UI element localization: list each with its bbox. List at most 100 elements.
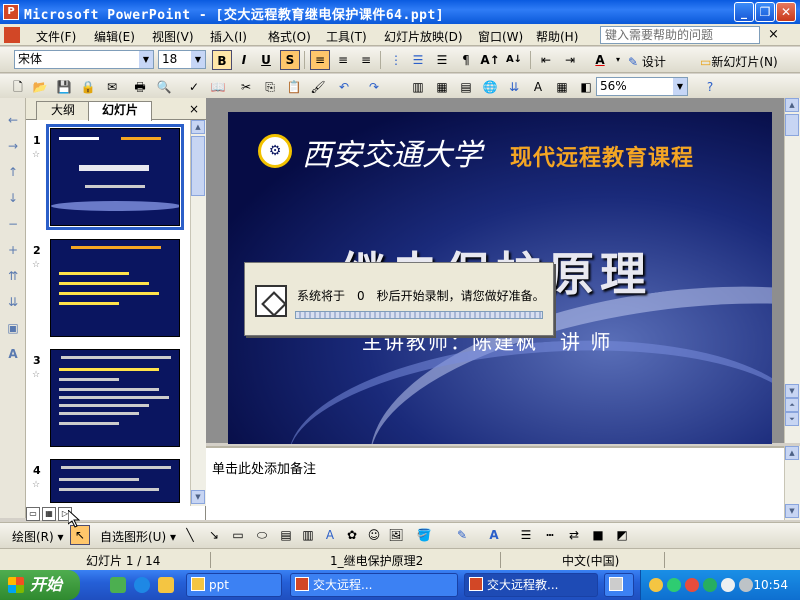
update-icon[interactable] xyxy=(703,578,717,592)
line-color-icon[interactable]: ✎ xyxy=(452,525,472,545)
summary-slide-icon[interactable]: ▣ xyxy=(5,320,21,336)
scroll-down-icon[interactable]: ▼ xyxy=(191,490,205,504)
shadow-style-icon[interactable]: ■ xyxy=(588,525,608,545)
insert-table-icon[interactable]: ▦ xyxy=(432,77,452,97)
redo-icon[interactable]: ↷ xyxy=(364,77,384,97)
cut-icon[interactable]: ✂ xyxy=(236,77,256,97)
menu-help[interactable]: 帮助(H) xyxy=(536,28,578,45)
document-close-button[interactable]: × xyxy=(768,27,779,42)
start-button[interactable]: 开始 xyxy=(0,570,80,600)
close-button[interactable]: ✕ xyxy=(776,2,796,22)
menu-window[interactable]: 窗口(W) xyxy=(478,28,523,45)
insert-hyperlink-icon[interactable]: 🌐 xyxy=(480,77,500,97)
scroll-up-icon[interactable]: ▲ xyxy=(191,120,205,134)
paragraph-icon[interactable]: ¶ xyxy=(456,50,476,70)
promote-icon[interactable]: ← xyxy=(5,112,21,128)
expand-icon[interactable]: + xyxy=(5,242,21,258)
line-tool-icon[interactable]: ╲ xyxy=(180,525,200,545)
slide-thumbnail-2[interactable] xyxy=(50,239,180,337)
menu-insert[interactable]: 插入(I) xyxy=(210,28,247,45)
underline-button[interactable]: U xyxy=(256,50,276,70)
pane-close-button[interactable]: × xyxy=(189,102,199,116)
show-formatting-icon[interactable]: A xyxy=(528,77,548,97)
align-right-icon[interactable]: ≡ xyxy=(356,50,376,70)
print-icon[interactable]: 🖶 xyxy=(130,77,150,97)
expand-all-icon[interactable]: ⇊ xyxy=(5,294,21,310)
menu-view[interactable]: 视图(V) xyxy=(152,28,194,45)
email-icon[interactable]: ✉ xyxy=(102,77,122,97)
zoom-select[interactable]: 56% ▼ xyxy=(596,77,688,96)
increase-indent-icon[interactable]: ⇥ xyxy=(560,50,580,70)
desktop-quicklaunch-icon[interactable] xyxy=(158,577,174,593)
menu-slideshow[interactable]: 幻灯片放映(D) xyxy=(384,28,463,45)
clipart-icon[interactable]: ☺ xyxy=(364,525,384,545)
color-grayscale-icon[interactable]: ◧ xyxy=(576,77,596,97)
minimize-button[interactable]: _ xyxy=(734,2,754,22)
menu-format[interactable]: 格式(O) xyxy=(268,28,311,45)
show-grid-icon[interactable]: ▦ xyxy=(552,77,572,97)
font-select[interactable]: 宋体 ▼ xyxy=(14,50,154,69)
taskbar-button-keyboard[interactable] xyxy=(604,573,634,597)
tab-outline[interactable]: 大纲 xyxy=(36,101,90,120)
taskbar-button-presentation[interactable]: 交大远程... xyxy=(290,573,458,597)
restore-button[interactable]: ❐ xyxy=(755,2,775,22)
collapse-icon[interactable]: − xyxy=(5,216,21,232)
antivirus-icon[interactable] xyxy=(685,578,699,592)
wordart-icon[interactable]: A xyxy=(320,525,340,545)
scroll-down-icon[interactable]: ▼ xyxy=(785,504,799,518)
insert-chart-icon[interactable]: ▥ xyxy=(408,77,428,97)
undo-icon[interactable]: ↶ xyxy=(334,77,354,97)
taskbar-button-ppt[interactable]: ppt xyxy=(186,573,282,597)
vertical-textbox-icon[interactable]: ▥ xyxy=(298,525,318,545)
align-left-icon[interactable]: ≡ xyxy=(310,50,330,70)
paste-icon[interactable]: 📋 xyxy=(284,77,304,97)
slide-thumbnail-4[interactable] xyxy=(50,459,180,503)
font-color-icon[interactable]: A xyxy=(590,50,610,70)
normal-view-icon[interactable]: ▭ xyxy=(26,507,40,521)
shadow-button[interactable]: S xyxy=(280,50,300,70)
collapse-all-icon[interactable]: ⇈ xyxy=(5,268,21,284)
notes-placeholder[interactable]: 单击此处添加备注 xyxy=(212,458,316,477)
taskbar-button-recorder[interactable]: 交大远程教... xyxy=(464,573,598,597)
fill-color-icon[interactable]: 🪣 xyxy=(414,525,434,545)
slide-thumbnail-3[interactable] xyxy=(50,349,180,447)
demote-icon[interactable]: → xyxy=(5,138,21,154)
3d-style-icon[interactable]: ◩ xyxy=(612,525,632,545)
draw-menu[interactable]: 绘图(R) ▾ xyxy=(12,528,64,545)
increase-font-icon[interactable]: A↑ xyxy=(480,50,500,70)
bullet-list-icon[interactable]: ☰ xyxy=(408,50,428,70)
security-quicklaunch-icon[interactable] xyxy=(110,577,126,593)
network-icon[interactable] xyxy=(667,578,681,592)
oval-tool-icon[interactable]: ⬭ xyxy=(252,525,272,545)
scroll-thumb[interactable] xyxy=(191,136,205,196)
picture-icon[interactable]: 🖼 xyxy=(386,525,406,545)
help-search-input[interactable]: 键入需要帮助的问题 xyxy=(600,26,760,44)
notes-scrollbar[interactable]: ▲ ▼ xyxy=(784,446,800,520)
menu-file[interactable]: 文件(F) xyxy=(36,28,76,45)
input-method-icon[interactable] xyxy=(649,578,663,592)
print-preview-icon[interactable]: 🔍 xyxy=(154,77,174,97)
title-bar[interactable]: P Microsoft PowerPoint - [交大远程教育继电保护课件64… xyxy=(0,0,800,24)
spelling-icon[interactable]: ✓ xyxy=(184,77,204,97)
open-folder-icon[interactable]: 📂 xyxy=(30,77,50,97)
textbox-tool-icon[interactable]: ▤ xyxy=(276,525,296,545)
bold-button[interactable]: B xyxy=(212,50,232,70)
new-document-icon[interactable]: 🗋 xyxy=(8,77,28,97)
scroll-down-icon[interactable]: ▼ xyxy=(785,384,799,398)
line-style-icon[interactable]: ☰ xyxy=(516,525,536,545)
select-objects-icon[interactable]: ↖ xyxy=(70,525,90,545)
notes-pane[interactable]: 单击此处添加备注 xyxy=(206,446,784,520)
rectangle-tool-icon[interactable]: ▭ xyxy=(228,525,248,545)
move-down-icon[interactable]: ↓ xyxy=(5,190,21,206)
decrease-indent-icon[interactable]: ⇤ xyxy=(536,50,556,70)
clock[interactable]: 10:54 xyxy=(753,578,788,592)
diagram-icon[interactable]: ✿ xyxy=(342,525,362,545)
tab-slides[interactable]: 幻灯片 xyxy=(88,101,152,121)
previous-slide-icon[interactable]: ⏶ xyxy=(785,398,799,412)
copy-icon[interactable]: ⎘ xyxy=(260,77,280,97)
editor-scrollbar[interactable]: ▲ ▼ ⏶ ⏷ xyxy=(784,98,800,443)
dash-style-icon[interactable]: ┅ xyxy=(540,525,560,545)
permission-icon[interactable]: 🔒 xyxy=(78,77,98,97)
decrease-font-icon[interactable]: A↓ xyxy=(504,50,524,70)
pane-scrollbar[interactable]: ▲ ▼ xyxy=(190,120,206,506)
